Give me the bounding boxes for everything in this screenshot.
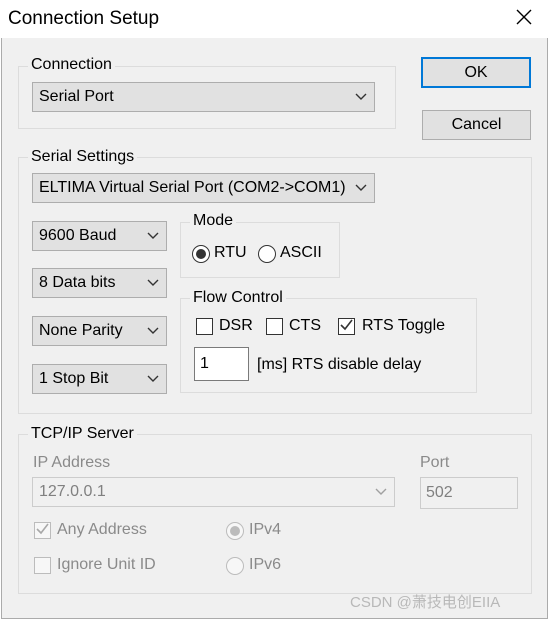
close-button[interactable]: [510, 6, 538, 32]
rts-toggle-label: RTS Toggle: [362, 317, 446, 334]
rts-toggle-checkbox[interactable]: [338, 318, 355, 335]
ipv4-label: IPv4: [249, 521, 282, 538]
ip-address-select[interactable]: 127.0.0.1: [32, 477, 395, 507]
dsr-checkbox[interactable]: [196, 318, 213, 335]
checkmark-icon: [36, 522, 49, 540]
cts-checkbox[interactable]: [266, 318, 283, 335]
ignore-unit-id-label: Ignore Unit ID: [57, 556, 156, 573]
stop-bits-select[interactable]: 1 Stop Bit: [32, 364, 167, 394]
chevron-down-icon: [140, 375, 166, 383]
ipv4-radio[interactable]: [226, 522, 244, 540]
cts-label: CTS: [289, 317, 321, 334]
serial-port-value: ELTIMA Virtual Serial Port (COM2->COM1): [39, 179, 346, 196]
title-bar: Connection Setup: [0, 0, 549, 38]
connection-group-label: Connection: [28, 56, 115, 74]
ip-address-value: 127.0.0.1: [39, 483, 106, 500]
chevron-down-icon: [140, 279, 166, 287]
rts-delay-label: [ms] RTS disable delay: [257, 356, 422, 373]
ok-button[interactable]: OK: [421, 57, 531, 88]
cancel-button[interactable]: Cancel: [422, 110, 531, 140]
baud-rate-select[interactable]: 9600 Baud: [32, 221, 167, 251]
rts-delay-input[interactable]: 1: [194, 347, 249, 381]
serial-port-select[interactable]: ELTIMA Virtual Serial Port (COM2->COM1): [32, 173, 375, 203]
chevron-down-icon: [368, 488, 394, 496]
port-label: Port: [420, 454, 450, 471]
parity-select[interactable]: None Parity: [32, 316, 167, 346]
watermark-text: CSDN @萧技电创EIIA: [350, 594, 501, 611]
radio-selected-dot: [230, 526, 240, 536]
mode-group-label: Mode: [190, 212, 237, 230]
radio-selected-dot: [196, 249, 206, 259]
parity-value: None Parity: [39, 322, 123, 339]
ignore-unit-id-checkbox[interactable]: [34, 557, 51, 574]
connection-type-value: Serial Port: [39, 88, 114, 105]
any-address-label: Any Address: [57, 521, 147, 538]
port-input[interactable]: 502: [420, 477, 518, 509]
chevron-down-icon: [348, 93, 374, 101]
chevron-down-icon: [348, 184, 374, 192]
chevron-down-icon: [140, 232, 166, 240]
ipv6-label: IPv6: [249, 556, 282, 573]
ipv6-radio[interactable]: [226, 557, 244, 575]
stop-bits-value: 1 Stop Bit: [39, 370, 109, 387]
ip-address-label: IP Address: [33, 454, 111, 471]
data-bits-select[interactable]: 8 Data bits: [32, 268, 167, 298]
dsr-label: DSR: [219, 317, 253, 334]
flow-control-group-label: Flow Control: [190, 289, 286, 307]
rtu-label: RTU: [214, 244, 247, 261]
close-icon: [516, 9, 532, 30]
data-bits-value: 8 Data bits: [39, 274, 116, 291]
rtu-radio[interactable]: [192, 245, 210, 263]
tcp-ip-server-group-label: TCP/IP Server: [28, 425, 137, 443]
checkmark-icon: [340, 318, 353, 336]
window-title: Connection Setup: [8, 8, 160, 29]
ascii-radio[interactable]: [258, 245, 276, 263]
baud-rate-value: 9600 Baud: [39, 227, 117, 244]
any-address-checkbox[interactable]: [34, 522, 51, 539]
ascii-label: ASCII: [280, 244, 322, 261]
connection-type-select[interactable]: Serial Port: [32, 82, 375, 112]
chevron-down-icon: [140, 327, 166, 335]
serial-settings-group-label: Serial Settings: [28, 148, 138, 166]
